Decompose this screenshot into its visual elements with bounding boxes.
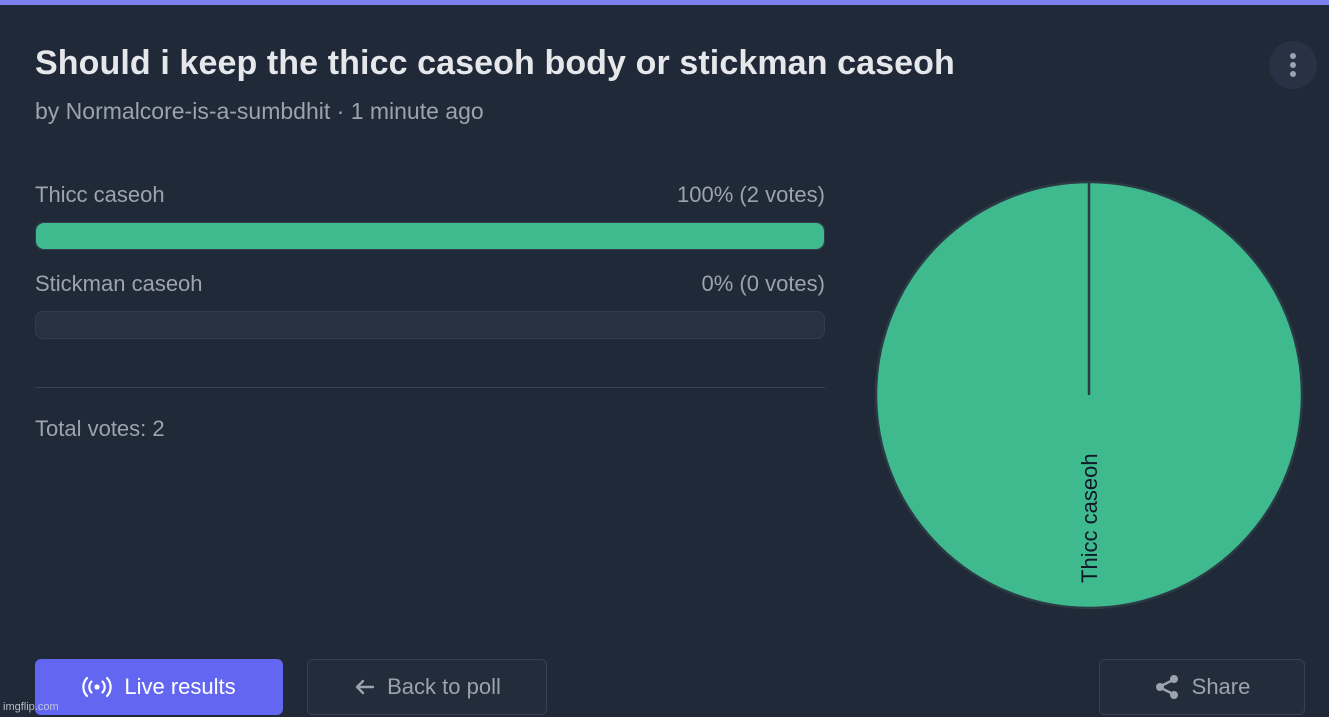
arrow-left-icon (353, 678, 375, 696)
pie-slice-label: Thicc caseoh (1077, 453, 1102, 583)
results-pie-chart: Thicc caseoh (874, 180, 1304, 610)
poll-option: Stickman caseoh 0% (0 votes) (35, 271, 825, 339)
poll-results-page: Should i keep the thicc caseoh body or s… (0, 0, 1329, 717)
option-result: 100% (2 votes) (677, 182, 825, 207)
total-votes: Total votes: 2 (35, 416, 165, 441)
more-options-button[interactable] (1269, 41, 1317, 89)
top-accent-bar (0, 0, 1329, 5)
result-bar-fill (36, 223, 824, 249)
live-results-button[interactable]: Live results (35, 659, 283, 715)
share-button[interactable]: Share (1099, 659, 1305, 715)
broadcast-icon (82, 676, 113, 698)
option-result: 0% (0 votes) (701, 271, 826, 296)
share-icon (1154, 674, 1180, 700)
back-to-poll-button[interactable]: Back to poll (307, 659, 547, 715)
divider (35, 387, 825, 388)
result-bar (35, 222, 825, 250)
option-label: Thicc caseoh (35, 182, 165, 207)
share-label: Share (1191, 674, 1251, 699)
poll-byline: by Normalcore-is-a-sumbdhit · 1 minute a… (35, 98, 484, 124)
poll-title: Should i keep the thicc caseoh body or s… (35, 44, 955, 82)
more-vertical-icon (1290, 53, 1296, 77)
imgflip-watermark: imgflip.com (3, 701, 59, 713)
back-to-poll-label: Back to poll (387, 674, 501, 699)
poll-option: Thicc caseoh 100% (2 votes) (35, 182, 825, 250)
live-results-label: Live results (124, 674, 236, 699)
option-label: Stickman caseoh (35, 271, 203, 296)
result-bar (35, 311, 825, 339)
